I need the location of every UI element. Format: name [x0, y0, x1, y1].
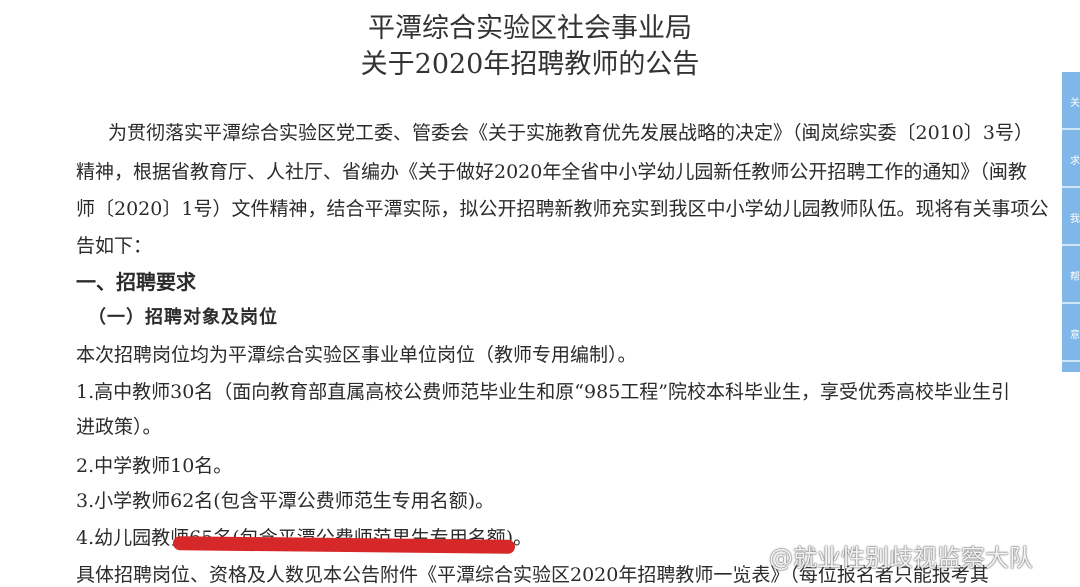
red-highlight-stroke	[172, 536, 516, 554]
weibo-icon	[736, 549, 763, 570]
item-high-school-line1: 1.高中教师30名（面向教育部直属高校公费师范毕业生和原“985工程”院校本科毕…	[76, 381, 1010, 403]
intro-line-2: 精神，根据省教育厅、人社厅、省编办《关于做好2020年全省中小学幼儿园新任教师公…	[76, 161, 1027, 183]
sidebar-tab-3-label: 我	[1070, 214, 1080, 225]
sidebar-tab-5-label: 意	[1070, 330, 1080, 341]
sidebar-tab-1[interactable]: 关	[1062, 72, 1080, 130]
intro-line-3: 师〔2020〕1号）文件精神，结合平潭实际，拟公开招聘新教师充实到我区中小学幼儿…	[76, 198, 1049, 220]
sidebar-tab-3[interactable]: 我	[1062, 188, 1080, 246]
section-heading-requirements: 一、招聘要求	[76, 270, 196, 294]
sidebar-tab-5[interactable]: 意	[1062, 304, 1080, 362]
floating-sidebar[interactable]: 关 求 我 帮 意	[1062, 72, 1080, 372]
watermark-text: @就业性别歧视监察大队	[769, 544, 1033, 572]
notice-title-line1: 平潭综合实验区社会事业局	[368, 13, 692, 44]
subsection-heading-targets: （一）招聘对象及岗位	[88, 307, 278, 328]
item-primary-school: 3.小学教师62名(包含平潭公费师范生专用名额)。	[76, 490, 495, 512]
intro-line-4: 告如下：	[76, 235, 153, 257]
weibo-watermark: @就业性别歧视监察大队	[735, 538, 1033, 573]
notice-title-line2: 关于2020年招聘教师的公告	[360, 49, 700, 80]
item-high-school-line2: 进政策）。	[76, 416, 162, 438]
positions-intro: 本次招聘岗位均为平潭综合实验区事业单位岗位（教师专用编制）。	[76, 344, 637, 366]
sidebar-tab-1-label: 关	[1070, 98, 1080, 109]
sidebar-tab-4-label: 帮	[1070, 272, 1080, 283]
sidebar-tab-2[interactable]: 求	[1062, 130, 1080, 188]
intro-line-1: 为贯彻落实平潭综合实验区党工委、管委会《关于实施教育优先发展战略的决定》（闽岚综…	[108, 122, 1033, 144]
sidebar-tab-4[interactable]: 帮	[1062, 246, 1080, 304]
sidebar-tab-2-label: 求	[1070, 156, 1080, 167]
item-middle-school: 2.中学教师10名。	[76, 455, 233, 477]
